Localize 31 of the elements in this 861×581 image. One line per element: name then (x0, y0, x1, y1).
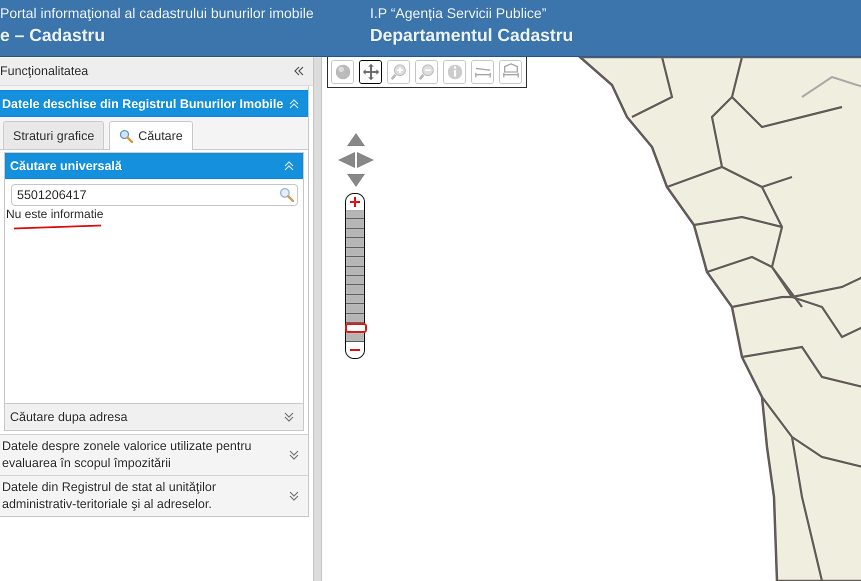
slider-thumb[interactable] (345, 322, 367, 333)
subsection-header[interactable]: Căutare dupa adresa (5, 403, 303, 430)
section-header[interactable]: Datele din Registrul de stat al unităţilor administrativ-teritoriale şi al adreselor. (0, 475, 308, 516)
pan-control[interactable] (338, 133, 374, 187)
collapse-icon[interactable] (293, 65, 305, 77)
ruler-icon[interactable] (471, 60, 494, 84)
agency-subtitle: I.P “Agenția Servicii Publice” (370, 5, 548, 22)
zoom-slider[interactable] (345, 193, 365, 359)
subsection-title: Căutare dupa adresa (10, 410, 128, 424)
search-icon (119, 129, 134, 143)
move-icon[interactable] (359, 60, 382, 84)
expand-icon[interactable] (288, 449, 300, 461)
department-title: Departamentul Cadastru (370, 25, 574, 46)
panel-title: Funcţionalitatea (0, 64, 88, 78)
globe-icon[interactable] (331, 60, 354, 84)
tab[interactable]: Căutare (109, 121, 193, 150)
expand-icon[interactable] (283, 411, 295, 423)
portal-subtitle: Portal informaţional al cadastrului bunurilor imobile (0, 5, 315, 22)
subsection-title: Căutare universală (10, 159, 122, 173)
section-header[interactable]: Datele despre zonele valorice utilizate pentru evaluarea în scopul împozitării (0, 434, 308, 475)
section-title: Datele despre zonele valorice utilizate pentru evaluarea în scopul împozitării (2, 438, 252, 472)
expand-icon[interactable] (288, 490, 300, 502)
section-title: Datele deschise din Registrul Bunurilor Imobile (2, 96, 284, 110)
result-message: Nu este informatie (6, 208, 104, 221)
tab[interactable]: Straturi grafice (3, 121, 104, 149)
section-title: Datele din Registrul de stat al unităţilor administrativ-teritoriale şi al adreselor. (2, 479, 218, 513)
search-field[interactable]: 5501206417 (11, 184, 298, 206)
search-icon[interactable] (279, 187, 294, 202)
area-ruler-icon[interactable] (499, 60, 522, 84)
portal-title: e – Cadastru (0, 25, 106, 46)
zoom-in-icon[interactable] (350, 194, 360, 210)
